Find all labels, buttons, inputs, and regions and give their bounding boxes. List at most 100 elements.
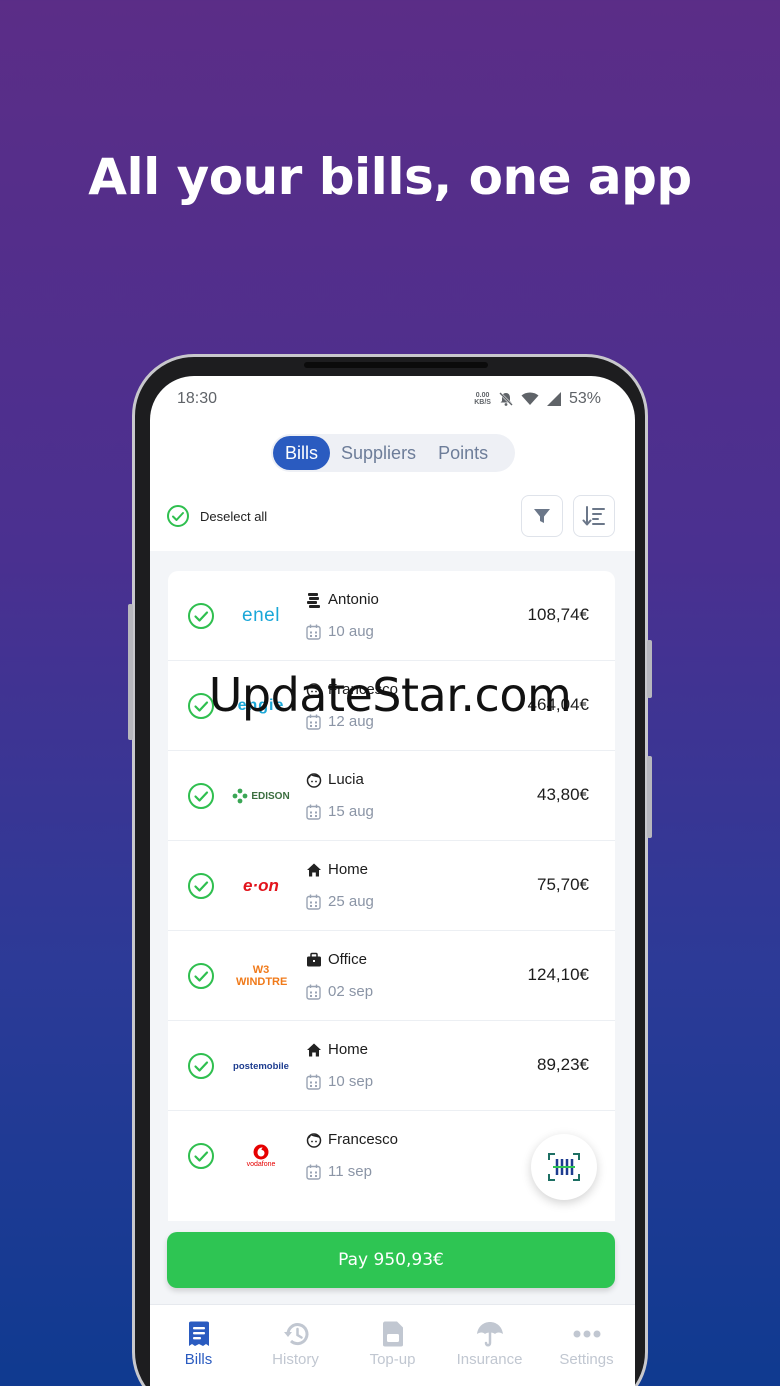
supplier-name: e·on [243,876,279,895]
tab-suppliers[interactable]: Suppliers [330,436,427,470]
calendar-icon [306,804,321,820]
home-icon [307,1043,321,1056]
wifi-icon [521,392,539,405]
windtre-logo: W3 WINDTRE [232,961,290,991]
bill-due-date: 02 sep [306,983,373,1000]
supplier-name: postemobile [233,1060,289,1072]
bill-due-date: 11 sep [306,1163,372,1180]
calendar-icon [306,1074,321,1090]
supplier-name: vodafone [246,1161,276,1168]
vodafone-mark-icon [253,1144,269,1160]
bill-icon [188,1321,209,1346]
check-circle-icon [167,505,189,527]
filter-button[interactable] [521,495,563,537]
bill-owner: Francesco [306,1131,398,1148]
nav-label: Insurance [456,1351,523,1368]
due-date: 25 aug [328,893,374,910]
nav-settings[interactable]: Settings [538,1305,635,1386]
bill-amount: 89,23€ [537,1055,589,1074]
calendar-icon [306,1164,321,1180]
due-date: 10 sep [328,1073,374,1090]
nav-bills[interactable]: Bills [150,1305,247,1386]
network-speed: 0.00 KB/S [474,392,491,406]
due-date: 11 sep [328,1163,372,1180]
list-toolbar: Deselect all [166,494,615,538]
owner-name: Antonio [328,591,379,608]
bill-row[interactable]: enel Antonio 10 aug 108,74€ [168,571,615,661]
tab-bills[interactable]: Bills [273,436,331,470]
check-circle-icon[interactable] [187,1052,215,1080]
bill-row[interactable]: W3 WINDTRE Office 02 sep 124,10€ [168,931,615,1021]
due-date: 10 aug [328,623,374,640]
edison-logo: EDISON [232,781,290,811]
owner-name: Office [328,951,367,968]
supplier-name: enel [242,605,280,626]
check-circle-icon[interactable] [187,872,215,900]
nav-label: Settings [559,1351,614,1368]
owner-name: Home [328,861,369,878]
headline: All your bills, one app [88,148,692,206]
status-time: 18:30 [177,390,218,407]
check-circle-icon[interactable] [187,782,215,810]
briefcase-icon [307,952,321,966]
nav-insurance[interactable]: Insurance [441,1305,538,1386]
eon-logo: e·on [232,871,290,901]
owner-name: Lucia [328,771,364,788]
bill-amount: 124,10€ [527,965,589,984]
network-speed-value: 0.00 [475,392,490,399]
watermark-text: UpdateStar.com [208,668,572,722]
owner-name: Francesco [328,1131,399,1148]
bill-row[interactable]: EDISON Lucia 15 aug 43,80€ [168,751,615,841]
nav-top-up[interactable]: Top-up [344,1305,441,1386]
calendar-icon [306,894,321,910]
network-speed-unit: KB/S [474,399,491,406]
bill-due-date: 25 aug [306,893,374,910]
deselect-all-label: Deselect all [200,508,268,524]
due-date: 02 sep [328,983,374,1000]
umbrella-icon [476,1322,503,1347]
check-circle-icon[interactable] [187,1142,215,1170]
bill-owner: Lucia [306,771,364,788]
check-circle-icon[interactable] [187,962,215,990]
tab-points[interactable]: Points [427,436,499,470]
sort-button[interactable] [573,495,615,537]
bill-row[interactable]: postemobile Home 10 sep 89,23€ [168,1021,615,1111]
bill-amount: 75,70€ [537,875,589,894]
bill-amount: 43,80€ [537,785,589,804]
coins-icon [307,592,320,608]
bill-owner: Antonio [306,591,379,608]
check-circle-icon[interactable] [187,602,215,630]
bill-owner: Office [306,951,367,968]
bill-due-date: 15 aug [306,803,374,820]
calendar-icon [306,984,321,1000]
vodafone-logo: vodafone [232,1141,290,1171]
phone-side-button [647,756,652,838]
phone-speaker [304,362,488,368]
bottom-navigation: Bills History Top-up Insurance Settings [150,1304,635,1386]
supplier-name: W3 WINDTRE [236,964,288,988]
deselect-all-button[interactable]: Deselect all [166,504,267,528]
avatar-icon [306,772,322,788]
status-bar: 18:30 0.00 KB/S 53% [177,388,601,410]
pay-button[interactable]: Pay 950,93€ [167,1232,615,1288]
history-icon [283,1323,308,1346]
edison-mark-icon [232,788,248,804]
bill-amount: 108,74€ [527,605,589,624]
more-icon [573,1330,600,1338]
bell-off-icon [499,392,513,406]
bill-due-date: 10 aug [306,623,374,640]
signal-icon [546,392,561,406]
nav-history[interactable]: History [247,1305,344,1386]
avatar-icon [306,1132,322,1148]
bill-row[interactable]: e·on Home 25 aug 75,70€ [168,841,615,931]
bill-owner: Home [306,1041,368,1058]
scan-barcode-button[interactable] [531,1134,597,1200]
home-icon [307,863,321,876]
battery-level: 53% [568,390,601,407]
due-date: 15 aug [328,803,374,820]
sim-icon [382,1321,403,1347]
app-screen: 18:30 0.00 KB/S 53% Bills Suppliers Poin… [150,376,635,1386]
postemobile-logo: postemobile [232,1051,290,1081]
sort-icon [582,506,605,526]
nav-label: Bills [184,1351,213,1368]
